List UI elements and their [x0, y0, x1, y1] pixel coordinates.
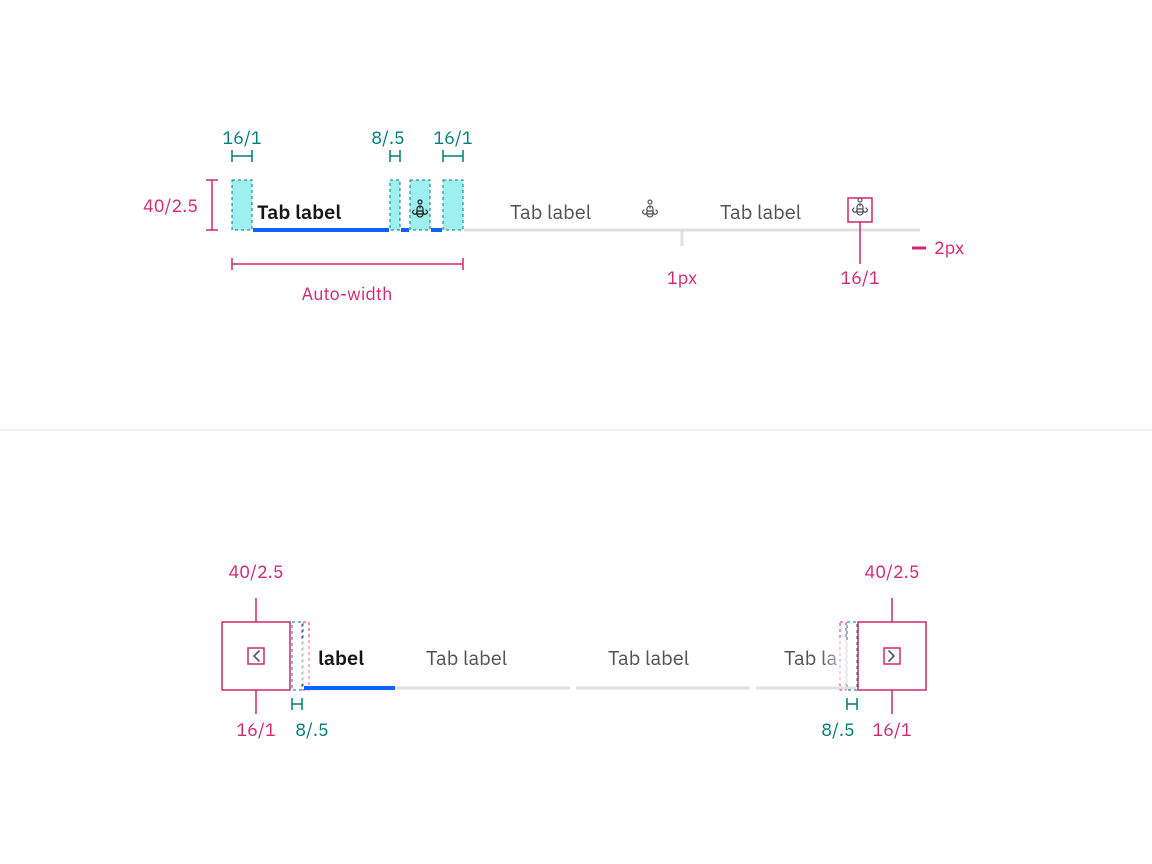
tab-label: Tab label	[510, 198, 591, 225]
dim-auto-width-label: Auto-width	[302, 282, 393, 305]
scroll-left-size-label: 40/2.5	[229, 560, 284, 583]
dim-pad-right-label: 16/1	[433, 126, 472, 149]
bee-icon	[853, 198, 868, 215]
dim-auto-width	[232, 258, 463, 270]
tab-label: label	[318, 644, 364, 671]
tab-label: Tab label	[426, 644, 507, 671]
dim-pad-left	[232, 150, 252, 162]
bee-icon	[643, 200, 658, 217]
scroll-right-button[interactable]	[858, 598, 926, 714]
scroll-tab-2[interactable]: Tab label	[426, 644, 507, 671]
fade-gap-left-label: 8/.5	[295, 718, 328, 741]
chevron-left-icon	[254, 651, 259, 661]
dim-height-label: 40/2.5	[143, 194, 198, 217]
scroll-left-icon-label: 16/1	[236, 718, 275, 741]
chevron-right-icon	[889, 651, 894, 661]
scroll-right-size-label: 40/2.5	[865, 560, 920, 583]
dim-underline-label: 2px	[934, 236, 964, 259]
dim-gap-label: 8/.5	[371, 126, 404, 149]
scroll-tab-1[interactable]: label	[304, 644, 395, 690]
spec-line-tabs: Tab label Tab label Tab label	[143, 126, 964, 305]
spec-scrollable-tabs: 40/2.5 16/1 40/2.5 16/1 8/.5	[222, 560, 926, 741]
dim-pad-left-label: 16/1	[222, 126, 261, 149]
tab-2[interactable]: Tab label	[510, 198, 658, 225]
dim-divider-label: 1px	[667, 266, 697, 289]
scroll-left-button[interactable]	[222, 598, 290, 714]
tab-label: Tab label	[720, 198, 801, 225]
dim-icon-size-label: 16/1	[840, 266, 879, 289]
dim-height	[206, 180, 218, 230]
fade-gap-right-label: 8/.5	[821, 718, 854, 741]
tab-label: Tab label	[257, 198, 341, 225]
dim-gap	[390, 150, 400, 162]
scroll-tab-3[interactable]: Tab label	[608, 644, 689, 671]
scroll-right-icon-label: 16/1	[872, 718, 911, 741]
spec-diagram: Tab label Tab label Tab label	[0, 0, 1152, 864]
dim-pad-right	[443, 150, 463, 162]
tab-label: Tab label	[608, 644, 689, 671]
